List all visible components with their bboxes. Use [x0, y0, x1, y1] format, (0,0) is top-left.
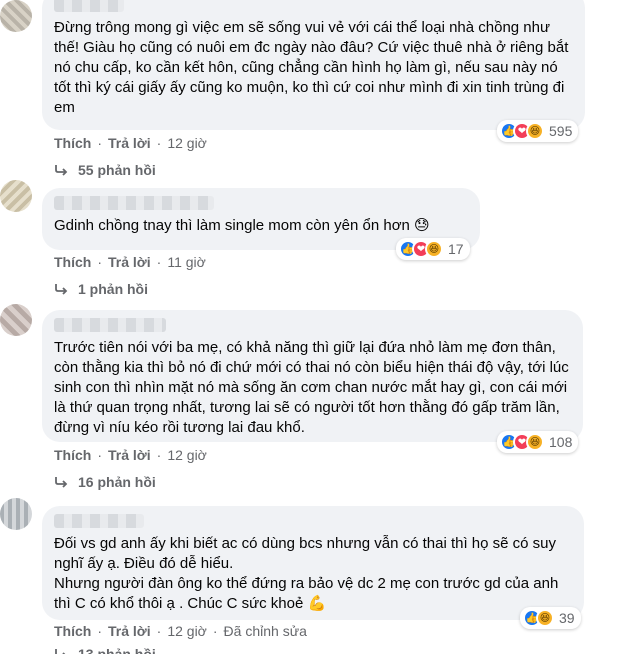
separator-dot: · [97, 254, 103, 270]
like-button[interactable]: Thích [54, 254, 91, 270]
replies-count-label: 1 phản hồi [78, 281, 148, 297]
replies-count-label: 16 phản hồi [78, 474, 156, 490]
reply-arrow-icon [55, 649, 66, 654]
comment-text: Đối vs gd anh ấy khi biết ac có dùng bcs… [54, 535, 559, 612]
comment-actions: Thích · Trả lời · 11 giờ [54, 254, 206, 270]
author-name-redacted[interactable] [54, 318, 166, 332]
comment-time[interactable]: 12 giờ [167, 447, 207, 463]
separator-dot: · [156, 623, 162, 639]
reply-button[interactable]: Trả lời [108, 135, 151, 151]
reply-button[interactable]: Trả lời [108, 623, 151, 639]
reaction-count: 39 [559, 610, 575, 626]
replies-count-label: 13 phản hồi [78, 646, 156, 654]
comment-bubble: Đừng trông mong gì việc em sẽ sống vui v… [42, 0, 585, 130]
comment-actions: Thích · Trả lời · 12 giờ [54, 447, 207, 463]
reaction-summary[interactable]: 👍 ❤ 😆 108 [497, 431, 579, 453]
view-replies-link[interactable]: 13 phản hồi [54, 646, 156, 654]
avatar[interactable] [0, 498, 32, 530]
reaction-count: 108 [549, 434, 573, 450]
separator-dot: · [156, 135, 162, 151]
comment-actions: Thích · Trả lời · 12 giờ [54, 135, 207, 151]
comment-bubble: Trước tiên nói với ba mẹ, có khả năng th… [42, 310, 583, 442]
reaction-summary[interactable]: 👍 ❤ 😆 595 [497, 120, 579, 142]
reply-button[interactable]: Trả lời [108, 254, 151, 270]
comment-time[interactable]: 12 giờ [167, 623, 207, 639]
comment-text: Trước tiên nói với ba mẹ, có khả năng th… [54, 339, 569, 436]
reaction-summary[interactable]: 👍 😆 39 [520, 607, 581, 629]
edited-label[interactable]: Đã chỉnh sửa [224, 623, 307, 639]
view-replies-link[interactable]: 1 phản hồi [54, 281, 148, 297]
view-replies-link[interactable]: 55 phản hồi [54, 162, 156, 178]
reaction-count: 17 [448, 241, 464, 257]
comment-time[interactable]: 11 giờ [167, 254, 206, 270]
comment-text: Gdinh chồng tnay thì làm single mom còn … [54, 217, 430, 234]
author-name-redacted[interactable] [54, 514, 144, 528]
comment-actions: Thích · Trả lời · 12 giờ · Đã chỉnh sửa [54, 623, 307, 639]
haha-reaction-icon: 😆 [536, 609, 554, 627]
replies-count-label: 55 phản hồi [78, 162, 156, 178]
author-name-redacted[interactable] [54, 0, 124, 12]
comment-text: Đừng trông mong gì việc em sẽ sống vui v… [54, 19, 569, 116]
reply-arrow-icon [55, 284, 68, 295]
like-button[interactable]: Thích [54, 135, 91, 151]
avatar[interactable] [0, 304, 32, 336]
like-button[interactable]: Thích [54, 623, 91, 639]
author-name-redacted[interactable] [54, 196, 214, 210]
reply-arrow-icon [55, 477, 68, 488]
view-replies-link[interactable]: 16 phản hồi [54, 474, 156, 490]
separator-dot: · [212, 623, 218, 639]
separator-dot: · [97, 447, 103, 463]
avatar[interactable] [0, 0, 32, 32]
comment-bubble: Đối vs gd anh ấy khi biết ac có dùng bcs… [42, 506, 584, 620]
reply-arrow-icon [55, 165, 68, 176]
like-button[interactable]: Thích [54, 447, 91, 463]
separator-dot: · [97, 135, 103, 151]
separator-dot: · [156, 447, 162, 463]
comment-time[interactable]: 12 giờ [167, 135, 207, 151]
haha-reaction-icon: 😆 [526, 433, 544, 451]
reaction-count: 595 [549, 123, 573, 139]
reaction-summary[interactable]: 👍 ❤ 😆 17 [396, 238, 470, 260]
separator-dot: · [156, 254, 162, 270]
reply-button[interactable]: Trả lời [108, 447, 151, 463]
haha-reaction-icon: 😆 [425, 240, 443, 258]
avatar[interactable] [0, 180, 32, 212]
separator-dot: · [97, 623, 103, 639]
haha-reaction-icon: 😆 [526, 122, 544, 140]
